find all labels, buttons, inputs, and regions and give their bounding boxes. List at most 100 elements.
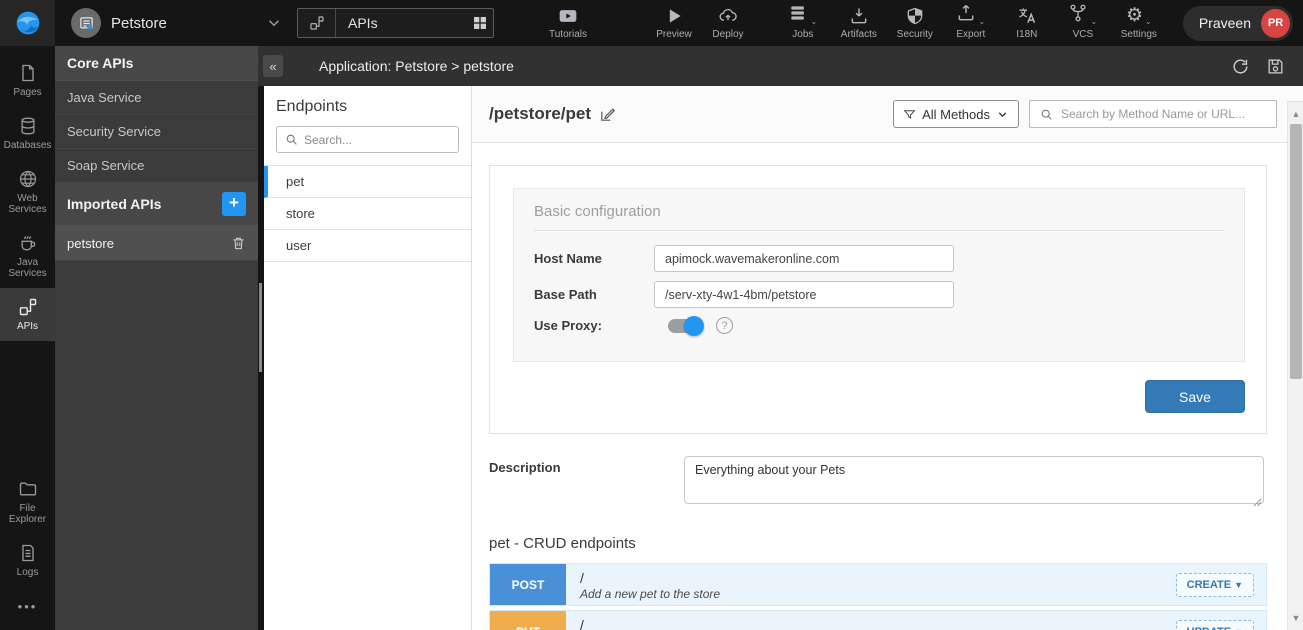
method-description: Add a new pet to the store — [580, 587, 1176, 601]
description-row: Description Everything about your Pets — [489, 456, 1267, 509]
core-apis-title: Core APIs — [67, 55, 133, 71]
panel-scroll-thumb[interactable] — [259, 283, 262, 372]
rail-spacer — [0, 341, 55, 470]
refresh-icon[interactable] — [1231, 57, 1250, 76]
tutorials-button[interactable]: Tutorials — [546, 6, 590, 40]
user-name: Praveen — [1199, 15, 1251, 31]
scrollbar-header-fill — [1287, 86, 1303, 102]
add-api-button[interactable]: + — [222, 192, 246, 216]
method-path: / — [580, 571, 1176, 586]
imported-apis-header: Imported APIs + — [55, 183, 258, 226]
endpoint-item-user[interactable]: user — [264, 230, 471, 262]
security-label: Security — [897, 29, 933, 40]
artifacts-button[interactable]: Artifacts — [837, 6, 881, 40]
method-search-input[interactable] — [1061, 107, 1266, 121]
workspace-selector[interactable]: APIs — [297, 8, 494, 38]
resize-grip-icon[interactable] — [1253, 498, 1262, 507]
more-options-icon[interactable]: ••• — [0, 587, 55, 630]
project-switcher[interactable]: Petstore — [71, 8, 283, 38]
sidebar-item-web-services[interactable]: Web Services — [0, 160, 55, 224]
tutorials-label: Tutorials — [549, 29, 587, 40]
collapse-panel-button[interactable]: « — [263, 55, 283, 77]
chevron-down-icon: ⌄ — [810, 17, 817, 26]
export-button[interactable]: ⌄ Export — [949, 6, 993, 40]
user-menu[interactable]: Praveen PR — [1183, 6, 1293, 41]
sidebar-item-logs[interactable]: Logs — [0, 534, 55, 587]
update-action-button[interactable]: UPDATE▼ — [1176, 620, 1254, 630]
nav-item-petstore[interactable]: petstore — [55, 226, 258, 261]
save-icon[interactable] — [1266, 57, 1285, 76]
trash-icon[interactable] — [231, 235, 246, 251]
scroll-down-arrow[interactable]: ▼ — [1288, 610, 1303, 626]
endpoint-item-pet[interactable]: pet — [264, 166, 471, 198]
security-button[interactable]: Security — [893, 6, 937, 40]
coffee-cup-icon — [18, 233, 38, 253]
jobs-button[interactable]: ⌄ Jobs — [781, 6, 825, 40]
endpoints-panel: Endpoints pet store user — [264, 86, 472, 630]
rail-label: Databases — [4, 140, 52, 151]
basic-config-box: Basic configuration Host Name Base Path … — [513, 188, 1245, 362]
download-tray-icon — [849, 6, 869, 26]
rail-label: File Explorer — [2, 503, 53, 525]
put-badge: PUT — [490, 611, 566, 630]
imported-apis-title: Imported APIs — [67, 196, 161, 212]
vcs-button[interactable]: ⌄ VCS — [1061, 6, 1105, 40]
sidebar-item-apis[interactable]: APIs — [0, 288, 55, 341]
project-list-icon — [79, 16, 94, 31]
nav-item-security-service[interactable]: Security Service — [55, 115, 258, 149]
main-scrollbar[interactable]: ▲ ▼ — [1287, 102, 1303, 630]
description-textarea[interactable]: Everything about your Pets — [684, 456, 1264, 504]
rail-label: APIs — [17, 321, 38, 332]
deploy-button[interactable]: Deploy — [706, 6, 750, 40]
methods-filter-label: All Methods — [922, 107, 990, 122]
endpoints-list: pet store user — [264, 165, 471, 262]
apis-node-icon — [298, 9, 336, 37]
youtube-icon — [558, 6, 578, 26]
method-row-post[interactable]: POST / Add a new pet to the store CREATE… — [489, 563, 1267, 606]
translate-icon — [1017, 6, 1037, 26]
base-path-label: Base Path — [534, 287, 654, 302]
sidebar-item-databases[interactable]: Databases — [0, 107, 55, 160]
gear-icon: ⚙ — [1126, 6, 1143, 26]
endpoints-search[interactable] — [276, 126, 459, 153]
wave-logo-icon — [14, 9, 42, 37]
chevron-down-icon: ⌄ — [1145, 17, 1152, 26]
play-icon — [664, 6, 684, 26]
caret-down-icon: ▼ — [1234, 627, 1243, 630]
wavemaker-logo[interactable] — [0, 0, 55, 46]
post-badge: POST — [490, 564, 566, 605]
save-button[interactable]: Save — [1145, 380, 1245, 413]
sidebar-item-java-services[interactable]: Java Services — [0, 224, 55, 288]
nav-item-soap-service[interactable]: Soap Service — [55, 149, 258, 183]
endpoint-item-store[interactable]: store — [264, 198, 471, 230]
edit-icon[interactable] — [599, 106, 616, 123]
use-proxy-toggle[interactable] — [668, 319, 702, 333]
scroll-up-arrow[interactable]: ▲ — [1288, 106, 1303, 122]
project-name: Petstore — [111, 15, 255, 32]
grid-menu-icon[interactable] — [467, 15, 493, 31]
petstore-label: petstore — [67, 236, 114, 251]
method-row-put[interactable]: PUT / Update an existing pet UPDATE▼ — [489, 610, 1267, 630]
host-name-input[interactable] — [654, 245, 954, 272]
methods-filter-dropdown[interactable]: All Methods — [893, 100, 1019, 128]
use-proxy-label: Use Proxy: — [534, 318, 654, 333]
rail-label: Pages — [13, 87, 41, 98]
i18n-button[interactable]: I18N — [1005, 6, 1049, 40]
search-icon — [1040, 108, 1053, 121]
scrollbar-thumb[interactable] — [1290, 124, 1302, 379]
preview-button[interactable]: Preview — [652, 6, 696, 40]
nav-item-java-service[interactable]: Java Service — [55, 81, 258, 115]
chevron-down-icon: ⌄ — [1090, 17, 1097, 26]
folder-icon — [18, 479, 38, 499]
top-bar: Petstore APIs Tutorials — [0, 0, 1303, 46]
method-search[interactable] — [1029, 100, 1277, 128]
sidebar-item-pages[interactable]: Pages — [0, 54, 55, 107]
sidebar-item-file-explorer[interactable]: File Explorer — [0, 470, 55, 534]
base-path-input[interactable] — [654, 281, 954, 308]
help-icon[interactable]: ? — [716, 317, 733, 334]
settings-button[interactable]: ⚙⌄ Settings — [1117, 6, 1161, 40]
export-label: Export — [956, 29, 985, 40]
endpoints-search-input[interactable] — [304, 133, 450, 147]
create-action-button[interactable]: CREATE▼ — [1176, 573, 1254, 597]
artifacts-label: Artifacts — [841, 29, 877, 40]
